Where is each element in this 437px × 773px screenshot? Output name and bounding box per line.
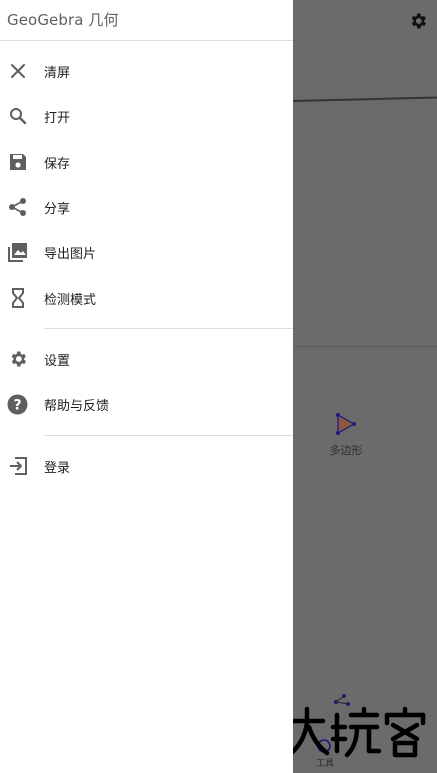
menu-item-label: 保存 <box>44 156 71 172</box>
gear-icon <box>7 349 28 370</box>
menu-item-label: 导出图片 <box>44 246 97 262</box>
menu-item-label: 帮助与反馈 <box>44 398 110 414</box>
menu-item-help-feedback[interactable]: ? 帮助与反馈 <box>0 382 293 426</box>
panel-divider <box>293 346 437 347</box>
menu-item-clear[interactable]: 清屏 <box>0 49 293 93</box>
drawer-header: GeoGebra 几何 <box>0 0 293 41</box>
search-icon <box>7 106 28 127</box>
menu-item-save[interactable]: 保存 <box>0 140 293 184</box>
menu-item-share[interactable]: 分享 <box>0 185 293 229</box>
menu-item-exam-mode[interactable]: 检测模式 <box>0 276 293 320</box>
navigation-drawer: GeoGebra 几何 清屏 打开 保存 分享 导出图片 检测模式 设置 ? 帮… <box>0 0 293 773</box>
share-icon <box>7 197 28 218</box>
menu-item-label: 登录 <box>44 460 71 476</box>
menu-divider <box>44 435 293 436</box>
save-icon <box>7 152 28 173</box>
menu-item-sign-in[interactable]: 登录 <box>0 444 293 488</box>
watermark-logo <box>287 706 426 758</box>
menu-item-settings[interactable]: 设置 <box>0 337 293 381</box>
app-title: GeoGebra 几何 <box>7 11 119 29</box>
image-icon <box>7 242 28 263</box>
menu-item-label: 打开 <box>44 110 71 126</box>
polygon-icon <box>336 413 356 435</box>
menu-item-label: 设置 <box>44 353 71 369</box>
menu-item-label: 检测模式 <box>44 292 97 308</box>
menu-item-open[interactable]: 打开 <box>0 94 293 138</box>
settings-gear-icon[interactable] <box>408 11 428 31</box>
svg-text:?: ? <box>13 397 21 413</box>
hourglass-icon <box>7 288 28 309</box>
sign-in-icon <box>7 456 28 477</box>
menu-item-label: 分享 <box>44 201 71 217</box>
graphics-line <box>292 96 437 102</box>
help-icon: ? <box>7 394 28 415</box>
menu-item-label: 清屏 <box>44 65 71 81</box>
close-icon <box>7 61 28 82</box>
menu-divider <box>44 328 293 329</box>
polygon-tool[interactable]: 多边形 <box>324 412 368 462</box>
polygon-tool-label: 多边形 <box>329 444 363 457</box>
menu-item-export-image[interactable]: 导出图片 <box>0 230 293 274</box>
